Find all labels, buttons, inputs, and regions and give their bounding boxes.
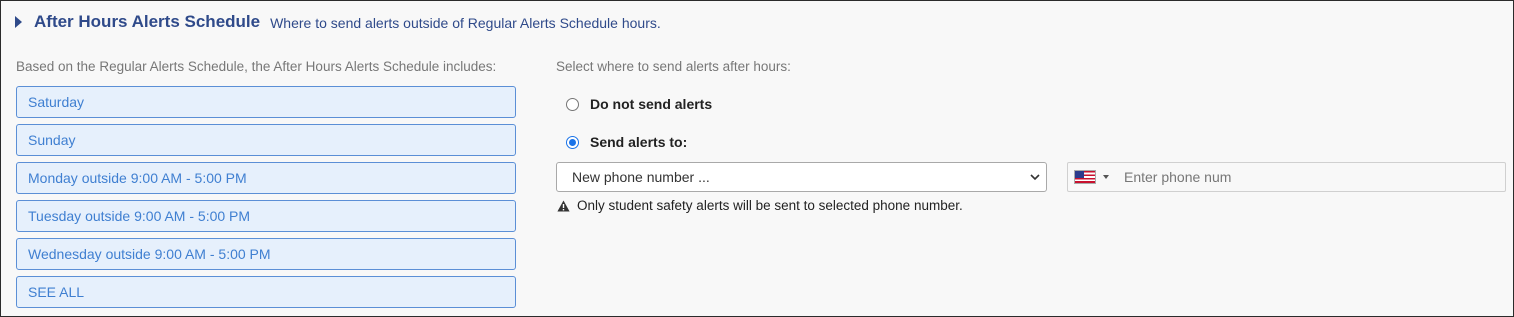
- schedule-item-wednesday[interactable]: Wednesday outside 9:00 AM - 5:00 PM: [16, 238, 516, 270]
- option-do-not-send[interactable]: Do not send alerts: [566, 96, 712, 112]
- after-hours-alerts-panel: After Hours Alerts Schedule Where to sen…: [0, 0, 1514, 317]
- destination-label: Select where to send alerts after hours:: [556, 59, 791, 74]
- caret-down-icon: [1103, 175, 1109, 179]
- section-title[interactable]: After Hours Alerts Schedule: [34, 12, 260, 32]
- option-send-alerts-to[interactable]: Send alerts to:: [566, 134, 687, 150]
- phone-number-select[interactable]: New phone number ...: [556, 162, 1047, 192]
- phone-number-input[interactable]: [1118, 163, 1505, 191]
- country-code-dropdown[interactable]: [1068, 163, 1118, 191]
- schedule-item-saturday[interactable]: Saturday: [16, 86, 516, 118]
- us-flag-icon: [1074, 170, 1096, 184]
- schedule-list: Saturday Sunday Monday outside 9:00 AM -…: [16, 86, 516, 314]
- section-subtitle: Where to send alerts outside of Regular …: [270, 15, 661, 31]
- see-all-button[interactable]: SEE ALL: [16, 276, 516, 308]
- send-alerts-to-radio[interactable]: [566, 135, 579, 149]
- schedule-includes-label: Based on the Regular Alerts Schedule, th…: [16, 59, 497, 74]
- do-not-send-label[interactable]: Do not send alerts: [590, 96, 712, 112]
- phone-notice: Only student safety alerts will be sent …: [557, 198, 963, 213]
- section-header[interactable]: After Hours Alerts Schedule Where to sen…: [15, 12, 661, 32]
- send-alerts-to-label[interactable]: Send alerts to:: [590, 134, 687, 150]
- do-not-send-radio[interactable]: [566, 97, 579, 111]
- phone-number-field: [1067, 162, 1506, 192]
- expand-caret-icon[interactable]: [15, 16, 22, 28]
- schedule-item-monday[interactable]: Monday outside 9:00 AM - 5:00 PM: [16, 162, 516, 194]
- phone-number-select-value: New phone number ...: [572, 169, 710, 185]
- schedule-item-tuesday[interactable]: Tuesday outside 9:00 AM - 5:00 PM: [16, 200, 516, 232]
- phone-notice-text: Only student safety alerts will be sent …: [577, 198, 963, 213]
- warning-icon: [557, 200, 570, 211]
- schedule-item-sunday[interactable]: Sunday: [16, 124, 516, 156]
- chevron-down-icon: [1030, 174, 1040, 181]
